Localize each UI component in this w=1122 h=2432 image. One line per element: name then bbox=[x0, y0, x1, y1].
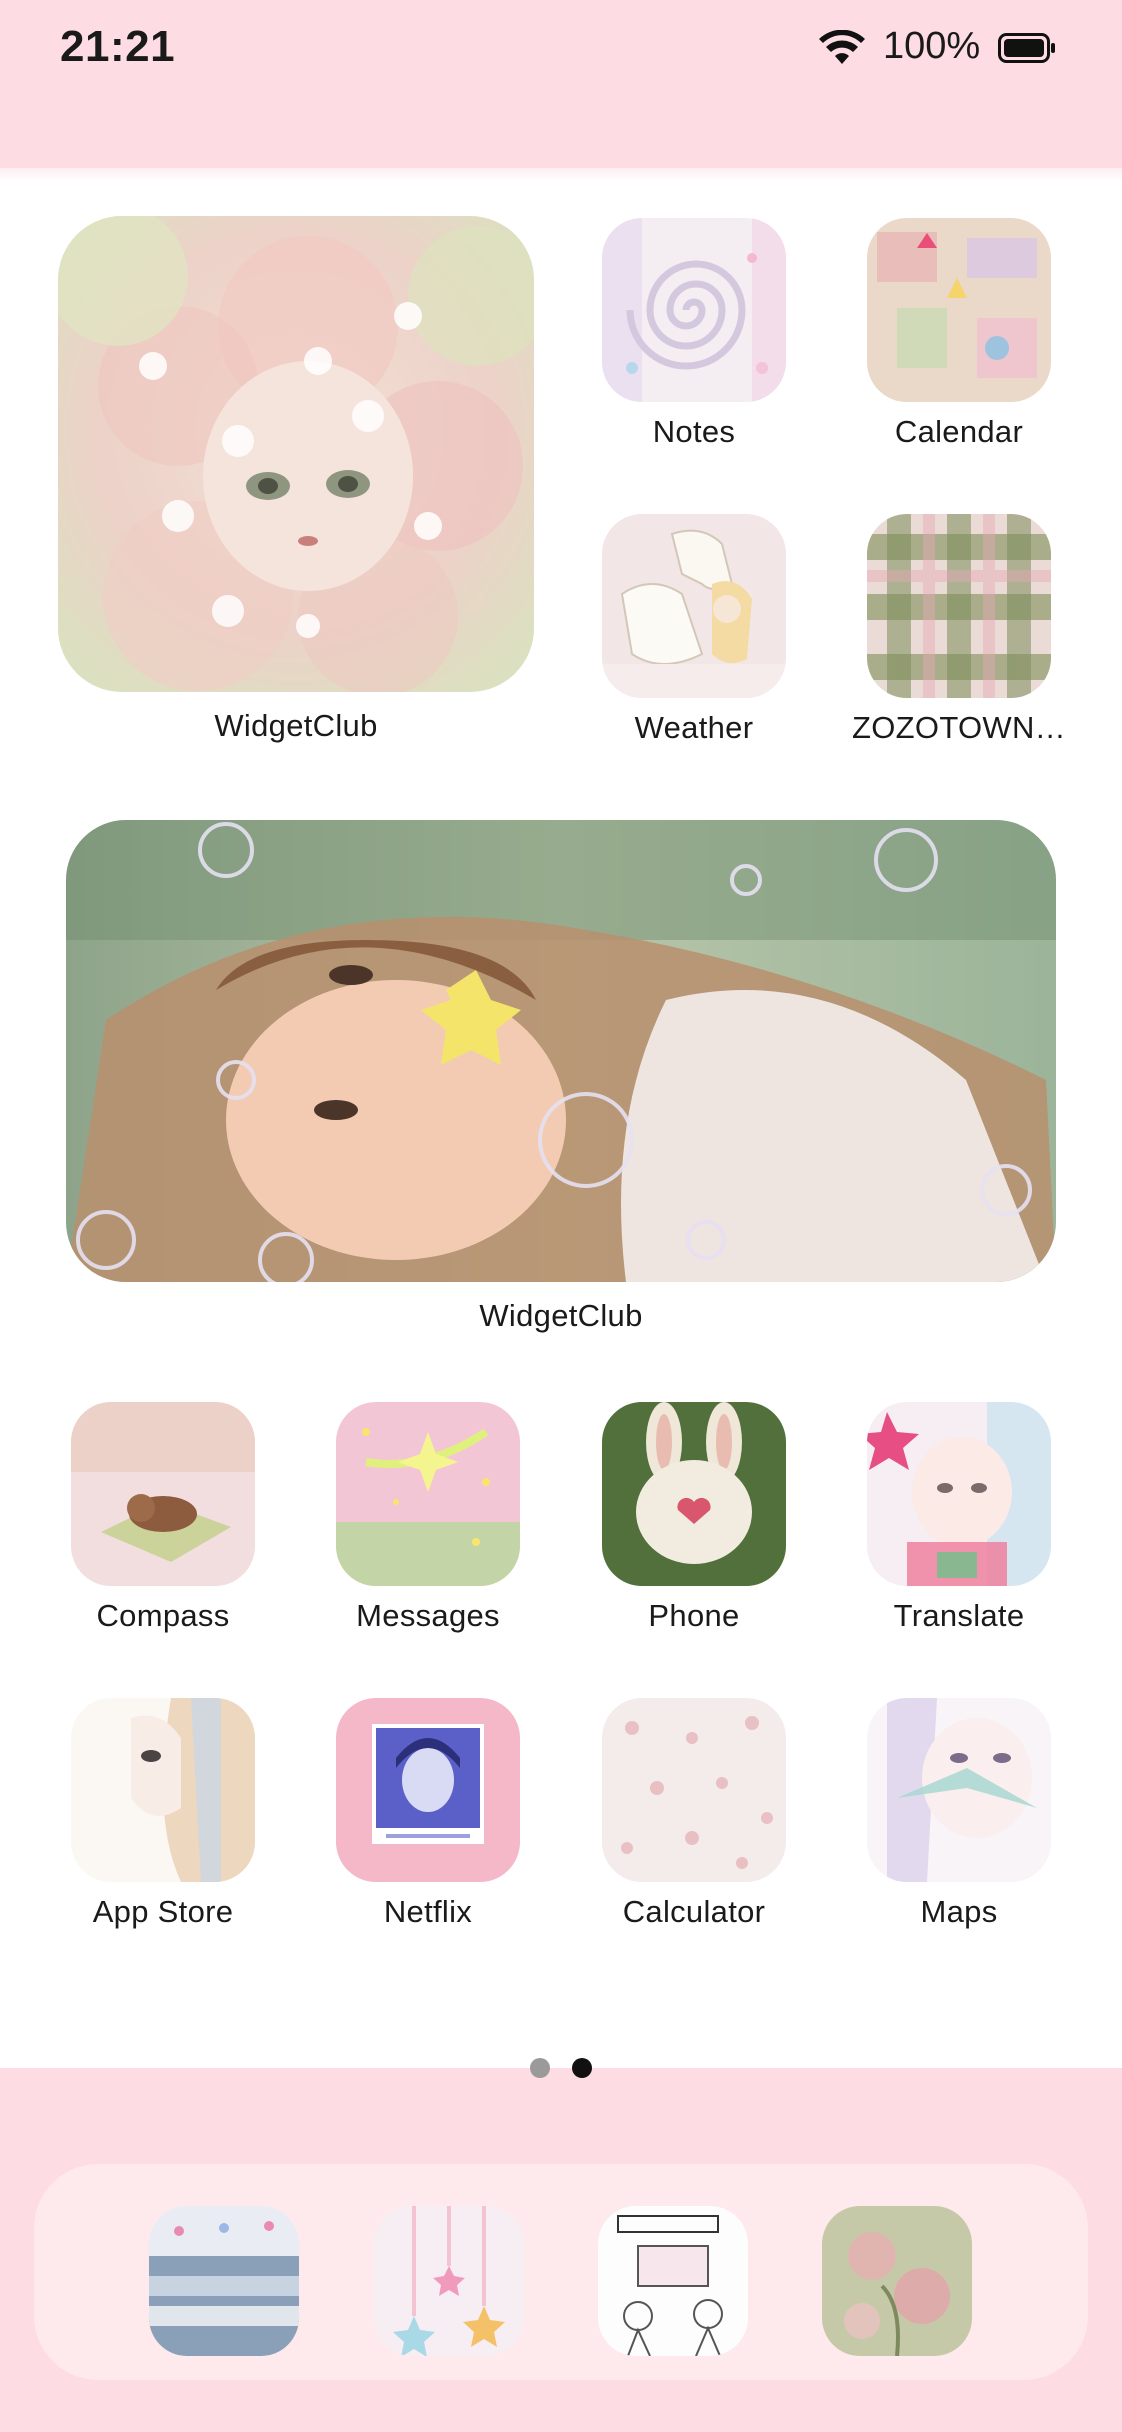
phone-app-icon[interactable] bbox=[602, 1402, 786, 1586]
sparkle-icon bbox=[336, 1402, 520, 1586]
battery-icon bbox=[998, 33, 1055, 63]
stars-icon bbox=[374, 2206, 524, 2356]
calendar-app-icon[interactable] bbox=[867, 218, 1051, 402]
widgetclub-wide-widget[interactable] bbox=[66, 820, 1056, 1282]
wifi-icon bbox=[819, 30, 865, 64]
phone-label: Phone bbox=[648, 1598, 740, 1633]
girl-profile-icon bbox=[71, 1698, 255, 1882]
notes-app-icon[interactable] bbox=[602, 218, 786, 402]
bunny-icon bbox=[602, 1402, 786, 1586]
collage-icon bbox=[867, 218, 1051, 402]
widgetclub-large-widget[interactable] bbox=[58, 216, 534, 692]
compass-app-icon[interactable] bbox=[71, 1402, 255, 1586]
dock-app-4[interactable] bbox=[822, 2206, 972, 2356]
widgetclub-large-label: WidgetClub bbox=[214, 708, 378, 743]
page-indicator[interactable] bbox=[0, 2058, 1122, 2078]
notes-label: Notes bbox=[652, 414, 736, 449]
translate-app-icon[interactable] bbox=[867, 1402, 1051, 1586]
plaid-icon bbox=[867, 514, 1051, 698]
app-store-app-icon[interactable] bbox=[71, 1698, 255, 1882]
compass-label: Compass bbox=[96, 1598, 230, 1633]
dock-app-2[interactable] bbox=[374, 2206, 524, 2356]
calculator-app-icon[interactable] bbox=[602, 1698, 786, 1882]
sleeping-dog-icon bbox=[71, 1402, 255, 1586]
calculator-label: Calculator bbox=[622, 1894, 766, 1929]
dock-app-1[interactable] bbox=[149, 2206, 299, 2356]
maps-label: Maps bbox=[920, 1894, 998, 1929]
battery-percent: 100% bbox=[883, 25, 981, 67]
calendar-label: Calendar bbox=[894, 414, 1024, 449]
netflix-label: Netflix bbox=[383, 1894, 473, 1929]
roses-icon bbox=[822, 2206, 972, 2356]
dock-app-3[interactable] bbox=[598, 2206, 748, 2356]
floral-fabric-icon bbox=[602, 1698, 786, 1882]
weather-app-icon[interactable] bbox=[602, 514, 786, 698]
horse-girl-icon bbox=[602, 514, 786, 698]
messages-label: Messages bbox=[356, 1598, 500, 1633]
swirl-icon bbox=[602, 218, 786, 402]
status-bar: 21:21 100% bbox=[0, 0, 1122, 100]
page-dot-1[interactable] bbox=[530, 2058, 550, 2078]
messages-app-icon[interactable] bbox=[336, 1402, 520, 1586]
weather-label: Weather bbox=[634, 710, 754, 745]
status-time: 21:21 bbox=[60, 22, 176, 71]
netflix-app-icon[interactable] bbox=[336, 1698, 520, 1882]
translate-label: Translate bbox=[893, 1598, 1025, 1633]
zozotown-label: ZOZOTOWN… bbox=[852, 710, 1066, 745]
girl-ribbon-icon bbox=[867, 1698, 1051, 1882]
page-dot-2-active[interactable] bbox=[572, 2058, 592, 2078]
maps-app-icon[interactable] bbox=[867, 1698, 1051, 1882]
comic-icon bbox=[598, 2206, 748, 2356]
bubble-girl-photo bbox=[66, 820, 1056, 1282]
app-store-label: App Store bbox=[92, 1894, 234, 1929]
flower-girl-illustration bbox=[58, 216, 534, 692]
ocean-icon bbox=[149, 2206, 299, 2356]
girl-star-icon bbox=[867, 1402, 1051, 1586]
photo-girl-icon bbox=[336, 1698, 520, 1882]
zozotown-app-icon[interactable] bbox=[867, 514, 1051, 698]
widgetclub-wide-label: WidgetClub bbox=[479, 1298, 643, 1333]
